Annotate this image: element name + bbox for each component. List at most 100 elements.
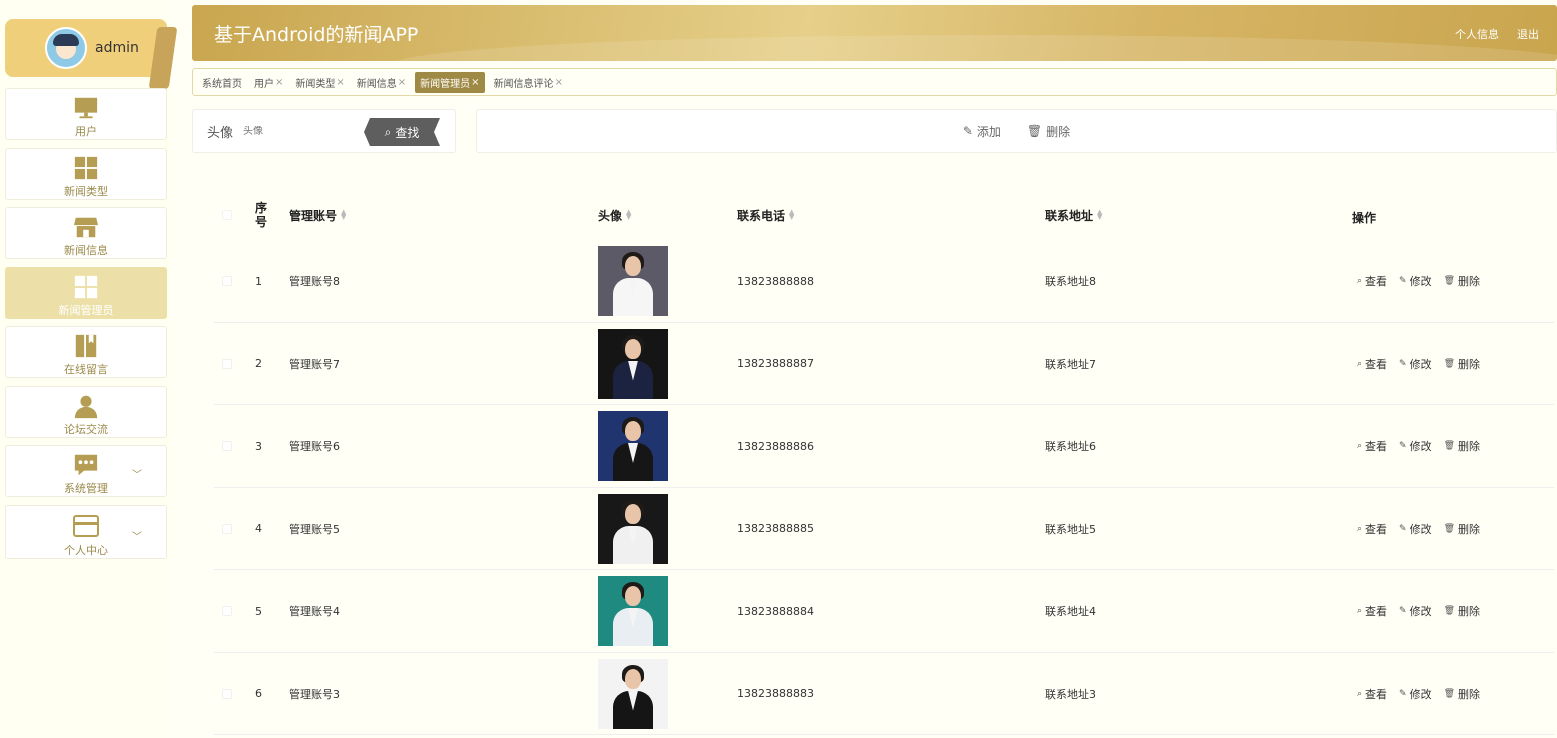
header-address[interactable]: 联系地址 ▲ ▼	[1045, 190, 1102, 240]
cell-avatar	[598, 570, 668, 652]
batch-delete-button[interactable]: 🗑 删除	[1027, 123, 1070, 140]
edit-button[interactable]: ✎ 修改	[1399, 356, 1432, 372]
header-avatar[interactable]: 头像 ▲ ▼	[598, 190, 631, 240]
view-button[interactable]: ⌕ 查看	[1357, 356, 1387, 372]
cell-phone: 13823888888	[737, 274, 814, 288]
profile-link[interactable]: 个人信息	[1455, 26, 1499, 42]
trash-icon: 🗑	[1443, 523, 1456, 534]
avatar-photo	[598, 493, 668, 564]
user-card[interactable]: admin	[5, 19, 178, 89]
sidebar-item-users[interactable]: 用户	[5, 88, 167, 140]
header-phone[interactable]: 联系电话 ▲ ▼	[737, 190, 794, 240]
book-icon	[75, 334, 97, 358]
select-all-checkbox[interactable]	[222, 190, 232, 240]
tab-news-types[interactable]: 新闻类型 ×	[292, 72, 347, 93]
delete-label: 删除	[1458, 687, 1481, 701]
logout-link[interactable]: 退出	[1517, 26, 1539, 42]
cell-ops: ⌕ 查看 ✎ 修改 🗑 删除	[1357, 405, 1480, 487]
cell-account: 管理账号6	[289, 440, 340, 453]
sidebar-item-messages[interactable]: 在线留言	[5, 326, 167, 378]
tab-news-comments[interactable]: 新闻信息评论 ×	[491, 72, 566, 93]
row-checkbox[interactable]	[222, 570, 232, 652]
view-button[interactable]: ⌕ 查看	[1357, 273, 1387, 289]
delete-button[interactable]: 🗑 删除	[1444, 273, 1480, 289]
cell-address: 联系地址7	[1045, 357, 1096, 371]
edit-button[interactable]: ✎ 修改	[1399, 603, 1432, 619]
edit-button[interactable]: ✎ 修改	[1399, 521, 1432, 537]
tab-label: 新闻信息评论	[493, 78, 554, 90]
view-button[interactable]: ⌕ 查看	[1357, 521, 1387, 537]
close-icon[interactable]: ×	[471, 77, 479, 88]
chevron-down-icon: ﹀	[132, 532, 142, 543]
search-input[interactable]	[243, 125, 344, 137]
table-row: 2 管理账号7 13823888887 联系地址7 ⌕ 查看 ✎ 修改 🗑 删除	[214, 323, 1554, 405]
cell-avatar	[598, 240, 668, 322]
tab-users[interactable]: 用户 ×	[251, 72, 286, 93]
search-icon: ⌕	[1357, 441, 1363, 451]
header-account[interactable]: 管理账号 ▲ ▼	[289, 190, 346, 240]
view-button[interactable]: ⌕ 查看	[1357, 686, 1387, 702]
action-panel: ✎ 添加 🗑 删除	[476, 109, 1557, 153]
delete-button-label: 删除	[1046, 124, 1071, 139]
edit-button[interactable]: ✎ 修改	[1399, 686, 1432, 702]
table-row: 3 管理账号6 13823888886 联系地址6 ⌕ 查看 ✎ 修改 🗑 删除	[214, 405, 1554, 488]
row-checkbox[interactable]	[222, 323, 232, 405]
cell-avatar	[598, 405, 668, 487]
grid-icon	[74, 156, 98, 180]
close-icon[interactable]: ×	[398, 77, 406, 88]
add-button-label: 添加	[976, 124, 1001, 139]
row-checkbox[interactable]	[222, 653, 232, 735]
sidebar-item-system[interactable]: 系统管理 ﹀	[5, 445, 167, 497]
tab-news-admins[interactable]: 新闻管理员 ×	[415, 71, 485, 93]
tab-bar: 系统首页 用户 × 新闻类型 × 新闻信息 × 新闻管理员 × 新闻信息评论 ×	[192, 68, 1557, 96]
view-label: 查看	[1365, 357, 1388, 371]
search-icon: ⌕	[1357, 276, 1363, 286]
user-card-tab	[148, 27, 178, 89]
search-icon: ⌕	[1357, 606, 1363, 616]
add-button[interactable]: ✎ 添加	[963, 123, 1001, 140]
cell-account: 管理账号5	[289, 522, 340, 536]
edit-button[interactable]: ✎ 修改	[1399, 438, 1432, 454]
avatar	[45, 27, 87, 69]
edit-icon: ✎	[1399, 606, 1407, 616]
edit-label: 修改	[1409, 605, 1432, 618]
row-checkbox[interactable]	[222, 488, 232, 570]
sidebar-item-news-admins[interactable]: 新闻管理员	[5, 267, 167, 319]
delete-button[interactable]: 🗑 删除	[1444, 438, 1480, 454]
sidebar-item-forum[interactable]: 论坛交流	[5, 386, 167, 438]
cell-index: 6	[255, 687, 262, 700]
delete-button[interactable]: 🗑 删除	[1444, 686, 1480, 702]
sidebar-item-personal[interactable]: 个人中心 ﹀	[5, 505, 167, 559]
search-panel: 头像 ⌕ 查找	[192, 109, 456, 153]
sidebar-item-news-info[interactable]: 新闻信息	[5, 207, 167, 259]
search-button[interactable]: ⌕ 查找	[364, 118, 440, 146]
cell-address: 联系地址4	[1045, 605, 1096, 618]
header-label: 头像	[598, 208, 623, 223]
cell-index: 2	[255, 357, 262, 370]
avatar-photo	[598, 246, 668, 316]
cell-account: 管理账号4	[289, 605, 340, 618]
close-icon[interactable]: ×	[336, 77, 344, 88]
search-icon: ⌕	[1357, 523, 1363, 534]
close-icon[interactable]: ×	[555, 77, 563, 88]
view-button[interactable]: ⌕ 查看	[1357, 438, 1387, 454]
delete-button[interactable]: 🗑 删除	[1444, 521, 1480, 537]
view-label: 查看	[1365, 605, 1388, 618]
edit-label: 修改	[1409, 275, 1432, 288]
close-icon[interactable]: ×	[275, 77, 283, 88]
tab-news-info[interactable]: 新闻信息 ×	[354, 72, 409, 93]
sort-icon: ▲ ▼	[626, 208, 632, 221]
cell-address: 联系地址8	[1045, 275, 1096, 288]
view-button[interactable]: ⌕ 查看	[1357, 603, 1387, 619]
row-checkbox[interactable]	[222, 405, 232, 487]
sidebar-item-news-types[interactable]: 新闻类型	[5, 148, 167, 200]
delete-button[interactable]: 🗑 删除	[1444, 603, 1480, 619]
cell-account: 管理账号8	[289, 275, 340, 288]
chat-icon	[74, 454, 98, 476]
edit-button[interactable]: ✎ 修改	[1399, 273, 1432, 289]
tab-home[interactable]: 系统首页	[199, 72, 245, 93]
sidebar-item-label: 新闻管理员	[58, 304, 114, 317]
row-checkbox[interactable]	[222, 240, 232, 322]
trash-icon: 🗑	[1443, 441, 1456, 451]
delete-button[interactable]: 🗑 删除	[1444, 356, 1480, 372]
